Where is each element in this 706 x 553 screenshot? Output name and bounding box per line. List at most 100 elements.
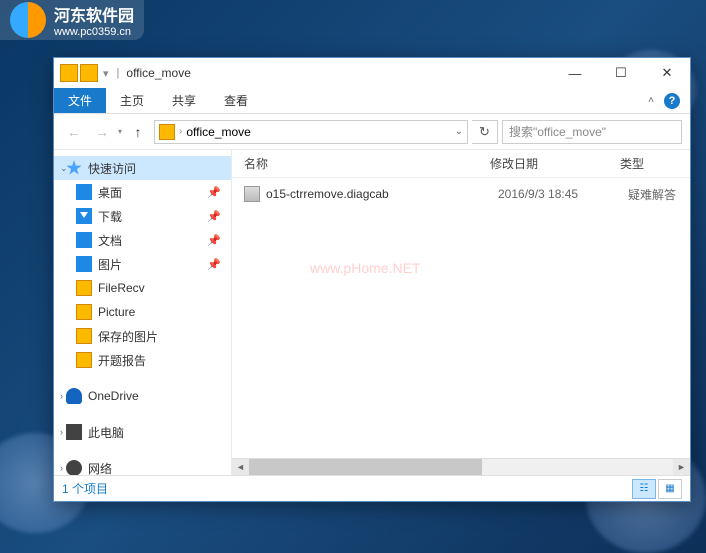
desktop-icon (76, 184, 92, 200)
view-details-button[interactable]: ☷ (632, 479, 656, 499)
tab-file[interactable]: 文件 (54, 88, 106, 113)
document-icon (76, 232, 92, 248)
sidebar-item-picture-en[interactable]: Picture (54, 300, 231, 324)
search-input[interactable]: 搜索"office_move" (502, 120, 682, 144)
navbar: ← → ▾ ↑ › office_move ⌄ ↻ 搜索"office_move… (54, 114, 690, 150)
sidebar-item-pictures[interactable]: 图片 📌 (54, 252, 231, 276)
cloud-icon (66, 388, 82, 404)
pin-icon: 📌 (207, 186, 221, 199)
computer-icon (66, 424, 82, 440)
scroll-right-icon[interactable]: ► (673, 459, 690, 476)
folder-icon (76, 304, 92, 320)
file-row[interactable]: o15-ctrremove.diagcab 2016/9/3 18:45 疑难解… (232, 182, 690, 206)
header-name[interactable]: 名称 (232, 155, 482, 172)
sidebar-item-label: 图片 (98, 256, 122, 273)
logo-title: 河东软件园 (54, 2, 134, 26)
sidebar-item-label: 网络 (88, 460, 112, 476)
chevron-right-icon[interactable]: › (179, 126, 182, 137)
scroll-thumb[interactable] (249, 459, 482, 476)
star-icon (66, 160, 82, 176)
tab-view[interactable]: 查看 (210, 88, 262, 113)
pin-icon: 📌 (207, 210, 221, 223)
tab-home[interactable]: 主页 (106, 88, 158, 113)
sidebar-item-label: 开题报告 (98, 352, 146, 369)
file-name: o15-ctrremove.diagcab (266, 187, 498, 201)
folder-icon (76, 280, 92, 296)
separator: | (117, 67, 120, 79)
sidebar-item-label: 快速访问 (88, 160, 136, 177)
diagcab-icon (244, 186, 260, 202)
sidebar-item-label: 桌面 (98, 184, 122, 201)
folder-icon[interactable] (80, 64, 98, 82)
view-icons-button[interactable]: ▦ (658, 479, 682, 499)
address-bar[interactable]: › office_move ⌄ (154, 120, 468, 144)
up-button[interactable]: ↑ (126, 120, 150, 144)
status-count: 1 个项目 (62, 480, 632, 497)
minimize-button[interactable]: — (552, 58, 598, 88)
download-icon (76, 208, 92, 224)
logo-icon (10, 2, 46, 38)
file-date: 2016/9/3 18:45 (498, 187, 628, 201)
sidebar-item-network[interactable]: › 网络 (54, 456, 231, 475)
folder-icon (60, 64, 78, 82)
column-headers: 名称 修改日期 类型 (232, 150, 690, 178)
watermark-center: www.pHome.NET (310, 260, 420, 276)
file-list[interactable]: o15-ctrremove.diagcab 2016/9/3 18:45 疑难解… (232, 178, 690, 458)
qat-dropdown-icon[interactable]: ▾ (103, 67, 109, 80)
sidebar-item-label: 此电脑 (88, 424, 124, 441)
picture-icon (76, 256, 92, 272)
grid-icon: ▦ (665, 483, 674, 494)
folder-icon (76, 328, 92, 344)
history-dropdown-icon[interactable]: ▾ (118, 127, 122, 136)
sidebar-item-downloads[interactable]: 下载 📌 (54, 204, 231, 228)
statusbar: 1 个项目 ☷ ▦ (54, 475, 690, 501)
chevron-right-icon[interactable]: › (60, 427, 63, 437)
file-type: 疑难解答 (628, 186, 676, 203)
chevron-down-icon[interactable]: ⌄ (60, 163, 68, 174)
folder-icon (159, 124, 175, 140)
sidebar-item-report[interactable]: 开题报告 (54, 348, 231, 372)
sidebar-item-thispc[interactable]: › 此电脑 (54, 420, 231, 444)
window-title: office_move (126, 66, 190, 80)
help-icon[interactable]: ? (664, 93, 680, 109)
logo-url: www.pc0359.cn (54, 26, 134, 38)
sidebar-item-documents[interactable]: 文档 📌 (54, 228, 231, 252)
sidebar-item-desktop[interactable]: 桌面 📌 (54, 180, 231, 204)
folder-icon (76, 352, 92, 368)
watermark-logo: 河东软件园 www.pc0359.cn (0, 0, 144, 40)
sidebar-item-onedrive[interactable]: › OneDrive (54, 384, 231, 408)
scroll-track[interactable] (249, 459, 673, 476)
header-type[interactable]: 类型 (612, 155, 690, 172)
network-icon (66, 460, 82, 475)
pin-icon: 📌 (207, 258, 221, 271)
pin-icon: 📌 (207, 234, 221, 247)
sidebar-item-filerecv[interactable]: FileRecv (54, 276, 231, 300)
details-icon: ☷ (640, 483, 649, 494)
forward-button[interactable]: → (90, 120, 114, 144)
back-button[interactable]: ← (62, 120, 86, 144)
scroll-left-icon[interactable]: ◄ (232, 459, 249, 476)
sidebar-item-label: Picture (98, 305, 135, 319)
tab-share[interactable]: 共享 (158, 88, 210, 113)
chevron-right-icon[interactable]: › (60, 463, 63, 473)
horizontal-scrollbar[interactable]: ◄ ► (232, 458, 690, 475)
sidebar-item-saved-pics[interactable]: 保存的图片 (54, 324, 231, 348)
refresh-button[interactable]: ↻ (472, 120, 498, 144)
close-button[interactable]: ✕ (644, 58, 690, 88)
chevron-right-icon[interactable]: › (60, 391, 63, 401)
sidebar-item-label: OneDrive (88, 389, 139, 403)
sidebar-item-quick-access[interactable]: ⌄ 快速访问 (54, 156, 231, 180)
ribbon-collapse-icon[interactable]: ˄ (648, 95, 654, 106)
content-area: 名称 修改日期 类型 o15-ctrremove.diagcab 2016/9/… (232, 150, 690, 475)
titlebar[interactable]: ▾ | office_move — ☐ ✕ (54, 58, 690, 88)
header-date[interactable]: 修改日期 (482, 155, 612, 172)
sidebar-item-label: 保存的图片 (98, 328, 158, 345)
sidebar-item-label: 下载 (98, 208, 122, 225)
explorer-window: ▾ | office_move — ☐ ✕ 文件 主页 共享 查看 ˄ ? ← … (53, 57, 691, 502)
sidebar-item-label: FileRecv (98, 281, 145, 295)
address-path[interactable]: office_move (186, 125, 450, 139)
sidebar: ⌄ 快速访问 桌面 📌 下载 📌 文档 📌 图片 (54, 150, 232, 475)
maximize-button[interactable]: ☐ (598, 58, 644, 88)
address-dropdown-icon[interactable]: ⌄ (455, 126, 463, 137)
ribbon: 文件 主页 共享 查看 ˄ ? (54, 88, 690, 114)
